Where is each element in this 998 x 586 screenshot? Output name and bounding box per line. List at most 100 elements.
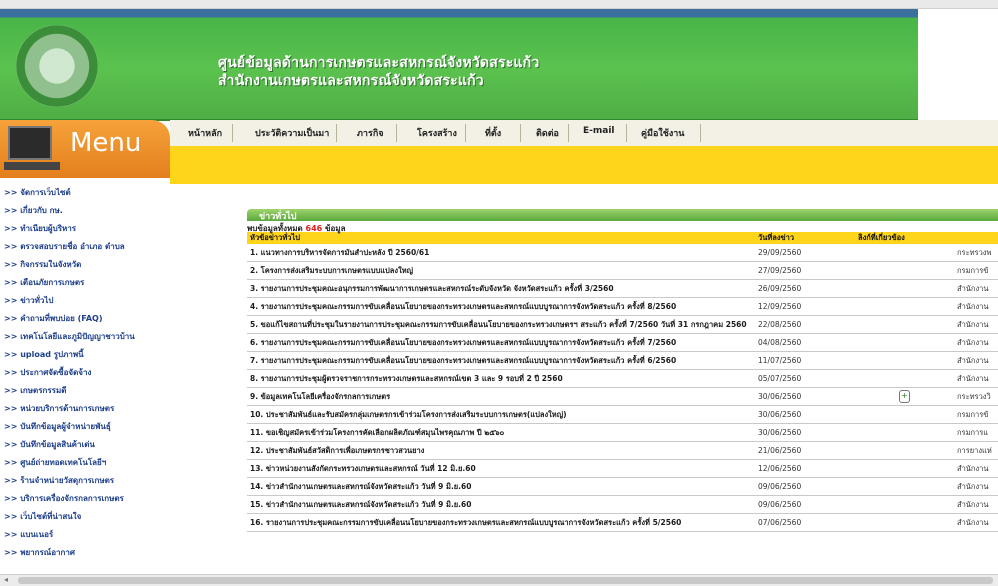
sidebar-item-check-names[interactable]: >> ตรวจสอบรายชื่อ อำเภอ ตำบล [4,240,125,253]
table-row: 6. รายงานการประชุมคณะกรรมการขับเคลื่อนนโ… [247,333,998,352]
news-title-link[interactable]: 8. รายงานการประชุมผู้ตรวจราชการกระทรวงเก… [247,369,755,388]
table-row: 11. ขอเชิญสมัครเข้าร่วมโครงการคัดเลือกผล… [247,423,998,442]
news-source: สำนักงาน [954,513,998,532]
table-row: 13. ข่าวหน่วยงานสังกัดกระทรวงเกษตรและสหก… [247,459,998,478]
news-link-cell [855,405,954,424]
news-link-cell [855,477,954,496]
sidebar-item-manage-site[interactable]: >> จัดการเว็บไซต์ [4,186,71,199]
news-title-link[interactable]: 1. แนวทางการบริหารจัดการมันสำปะหลัง ปี 2… [247,244,755,262]
table-row: 9. ข้อมูลเทคโนโลยีเครื่องจักรกลการเกษตร 3… [247,387,998,406]
news-table: หัวข้อข่าวทั่วไป วันที่ลงข่าว ลิงก์ที่เก… [247,232,998,532]
news-title-link[interactable]: 7. รายงานการประชุมคณะกรรมการขับเคลื่อนนโ… [247,351,755,370]
computer-icon [8,126,52,160]
sidebar-item-seed-sellers[interactable]: >> บันทึกข้อมูลผู้จำหน่ายพันธุ์ [4,420,111,433]
sidebar-item-products[interactable]: >> บันทึกข้อมูลสินค้าเด่น [4,438,95,451]
sidebar-item-about[interactable]: >> เกี่ยวกับ กษ. [4,204,63,217]
nav-separator [232,124,233,142]
news-title-link[interactable]: 14. ข่าวสำนักงานเกษตรและสหกรณ์จังหวัดสระ… [247,477,755,496]
news-title-link[interactable]: 16. รายงานการประชุมคณะกรรมการขับเคลื่อนน… [247,513,755,532]
menu-label: Menu [70,128,142,158]
news-source: สำนักงาน [954,477,998,496]
news-title-link[interactable]: 9. ข้อมูลเทคโนโลยีเครื่องจักรกลการเกษตร [247,387,755,406]
news-link-cell [855,315,954,334]
sidebar-item-alerts[interactable]: >> เตือนภัยการเกษตร [4,276,84,289]
sidebar-item-machinery[interactable]: >> บริการเครื่องจักรกลการเกษตร [4,492,124,505]
sidebar-item-links[interactable]: >> เว็บไซต์ที่น่าสนใจ [4,510,81,523]
table-row: 15. ข่าวสำนักงานเกษตรและสหกรณ์จังหวัดสระ… [247,495,998,514]
table-row: 12. ประชาสัมพันธ์สวัสดิการเพื่อเกษตรกรชา… [247,441,998,460]
nav-structure[interactable]: โครงสร้าง [417,126,457,140]
sidebar-item-service-units[interactable]: >> หน่วยบริการด้านการเกษตร [4,402,114,415]
news-title-link[interactable]: 4. รายงานการประชุมคณะกรรมการขับเคลื่อนนโ… [247,297,755,316]
sidebar-item-news[interactable]: >> ข่าวทั่วไป [4,294,54,307]
news-link-cell [855,279,954,298]
nav-contact[interactable]: ติดต่อ [536,126,559,140]
sidebar-item-procurement[interactable]: >> ประกาศจัดซื้อจัดจ้าง [4,366,91,379]
table-row: 10. ประชาสัมพันธ์และรับสมัครกลุ่มเกษตรกร… [247,405,998,424]
sidebar-item-farmers[interactable]: >> เกษตรกรรมดี [4,384,66,397]
sidebar-item-activities[interactable]: >> กิจกรรมในจังหวัด [4,258,81,271]
news-link-cell [855,441,954,460]
news-source: กรมการข้ [954,405,998,424]
attachment-icon[interactable]: + [899,390,910,403]
news-date: 04/08/2560 [755,333,855,352]
news-link-cell [855,333,954,352]
news-link-cell [855,261,954,280]
news-link-cell [855,495,954,514]
news-link-cell [855,297,954,316]
news-title-link[interactable]: 11. ขอเชิญสมัครเข้าร่วมโครงการคัดเลือกผล… [247,423,755,442]
yellow-banner [170,146,998,184]
news-date: 30/06/2560 [755,423,855,442]
news-title-link[interactable]: 15. ข่าวสำนักงานเกษตรและสหกรณ์จังหวัดสระ… [247,495,755,514]
sidebar-item-weather[interactable]: >> พยากรณ์อากาศ [4,546,75,559]
news-date: 09/06/2560 [755,495,855,514]
table-header-row: หัวข้อข่าวทั่วไป วันที่ลงข่าว ลิงก์ที่เก… [247,232,998,244]
news-source: กระทรวงพ [954,244,998,262]
sidebar-item-faq[interactable]: >> คำถามที่พบบ่อย (FAQ) [4,312,102,325]
sidebar-item-tech-center[interactable]: >> ศูนย์ถ่ายทอดเทคโนโลยีฯ [4,456,106,469]
nav-mission[interactable]: ภารกิจ [357,126,384,140]
nav-separator [520,124,521,142]
nav-manual[interactable]: คู่มือใช้งาน [641,126,684,140]
news-source: สำนักงาน [954,459,998,478]
sidebar-item-upload[interactable]: >> upload รูปภาพนี้ [4,348,84,361]
news-title-link[interactable]: 10. ประชาสัมพันธ์และรับสมัครกลุ่มเกษตรกร… [247,405,755,424]
table-row: 7. รายงานการประชุมคณะกรรมการขับเคลื่อนนโ… [247,351,998,370]
count-suffix: ข้อมูล [325,224,346,233]
news-title-link[interactable]: 5. ขอแก้ไขสถานที่ประชุมในรายงานการประชุม… [247,315,755,334]
news-title-link[interactable]: 3. รายงานการประชุมคณะอนุกรรมการพัฒนาการเ… [247,279,755,298]
news-source: สำนักงาน [954,315,998,334]
nav-home[interactable]: หน้าหลัก [188,126,222,140]
news-source: สำนักงาน [954,297,998,316]
sidebar-item-executives[interactable]: >> ทำเนียบผู้บริหาร [4,222,76,235]
col-header-title: หัวข้อข่าวทั่วไป [247,232,755,244]
table-row: 1. แนวทางการบริหารจัดการมันสำปะหลัง ปี 2… [247,244,998,262]
news-count-line: พบข้อมูลทั้งหมด 646 ข้อมูล [247,222,998,233]
scrollbar-thumb[interactable] [18,577,993,584]
sidebar-item-banner[interactable]: >> แบนเนอร์ [4,528,53,541]
news-section: ข่าวทั่วไป พบข้อมูลทั้งหมด 646 ข้อมูล หั… [247,209,998,532]
nav-email[interactable]: E-mail [583,126,615,136]
news-source: สำนักงาน [954,351,998,370]
sidebar-item-supply-shops[interactable]: >> ร้านจำหน่ายวัสดุการเกษตร [4,474,114,487]
news-link-cell [855,423,954,442]
news-title-link[interactable]: 2. โครงการส่งเสริมระบบการเกษตรแบบแปลงใหญ… [247,261,755,280]
sidebar-item-technology[interactable]: >> เทคโนโลยีและภูมิปัญญาชาวบ้าน [4,330,135,343]
table-row: 4. รายงานการประชุมคณะกรรมการขับเคลื่อนนโ… [247,297,998,316]
news-source: กรมการข้ [954,261,998,280]
scroll-left-arrow-icon[interactable]: ◂ [4,575,8,584]
news-date: 12/09/2560 [755,297,855,316]
news-date: 07/06/2560 [755,513,855,532]
news-link-cell [855,351,954,370]
news-date: 21/06/2560 [755,441,855,460]
news-date: 30/06/2560 [755,387,855,406]
news-title-link[interactable]: 12. ประชาสัมพันธ์สวัสดิการเพื่อเกษตรกรชา… [247,441,755,460]
nav-location[interactable]: ที่ตั้ง [485,126,501,140]
horizontal-scrollbar[interactable]: ◂ [0,574,998,586]
news-link-cell: + [855,387,954,406]
news-title-link[interactable]: 13. ข่าวหน่วยงานสังกัดกระทรวงเกษตรและสหก… [247,459,755,478]
news-count: 646 [305,224,323,233]
news-title-link[interactable]: 6. รายงานการประชุมคณะกรรมการขับเคลื่อนนโ… [247,333,755,352]
table-row: 8. รายงานการประชุมผู้ตรวจราชการกระทรวงเก… [247,369,998,388]
nav-history[interactable]: ประวัติความเป็นมา [255,126,329,140]
